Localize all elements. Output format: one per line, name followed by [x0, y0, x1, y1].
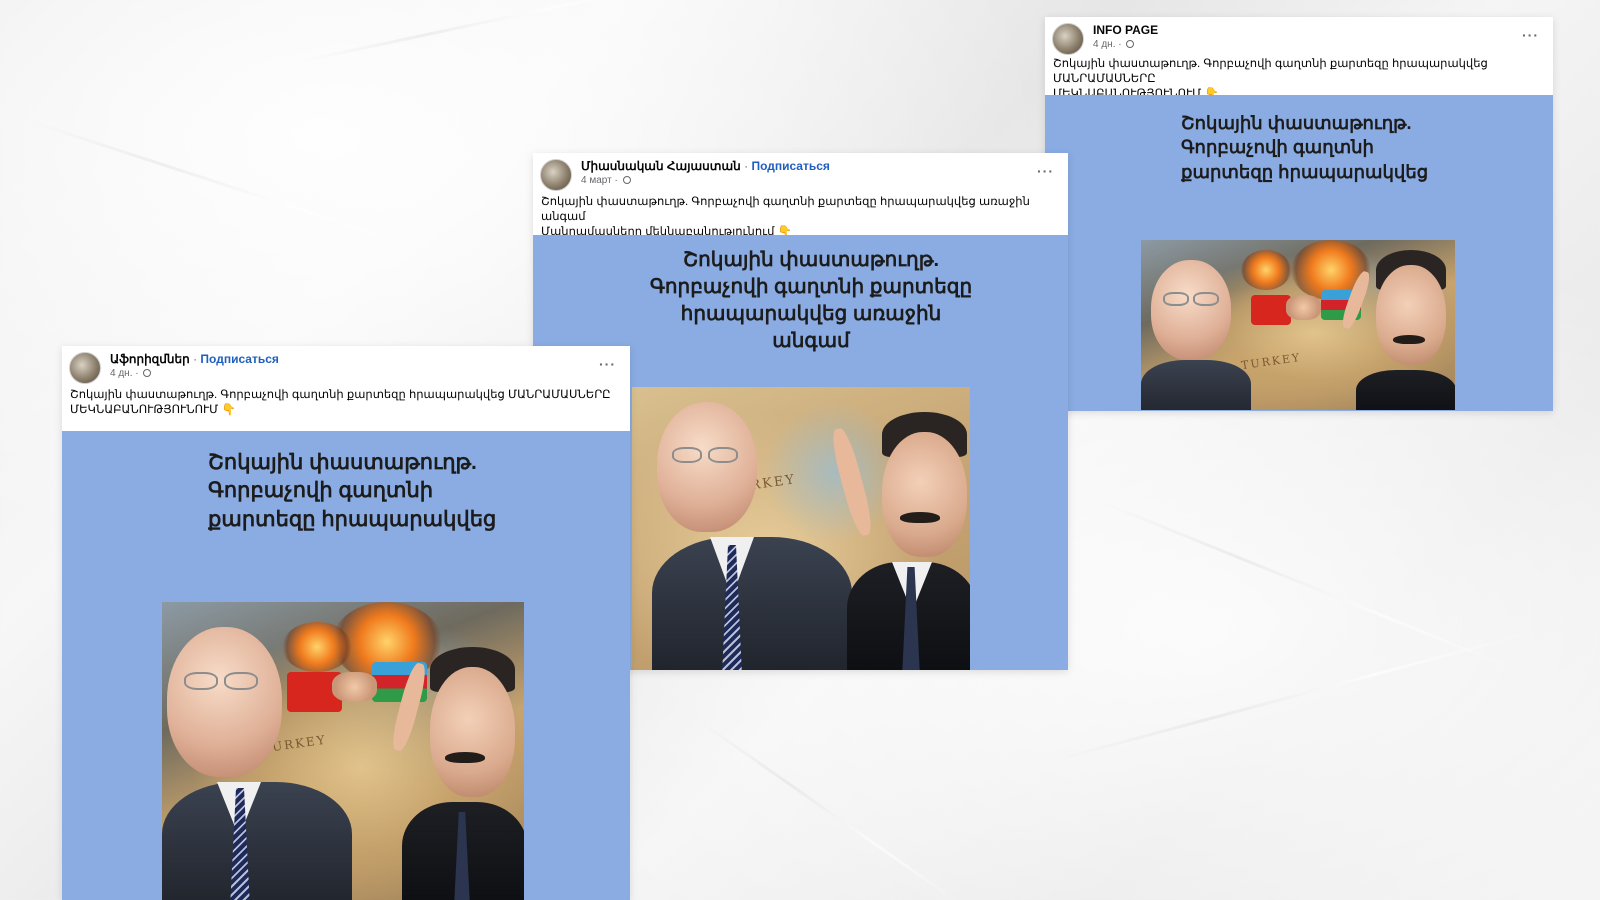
- author-name[interactable]: INFO PAGE: [1093, 23, 1158, 37]
- post-meta: 4 дн. ·: [110, 367, 622, 380]
- avatar[interactable]: [69, 352, 101, 384]
- post-card-aforizmner: Աֆորիզմներ · Подписаться 4 дн. · ··· Շոկ…: [62, 346, 630, 900]
- post-image[interactable]: Շոկային փաստաթուղթ. Գորբաչովի գաղտնի քար…: [62, 431, 630, 900]
- more-options-icon[interactable]: ···: [1522, 27, 1539, 43]
- meta-separator: ·: [1118, 39, 1122, 50]
- author-line: Միասնական Հայաստան · Подписаться: [581, 159, 1060, 174]
- author-line: Աֆորիզմներ · Подписаться: [110, 352, 622, 367]
- paper-crease: [29, 120, 430, 253]
- post-time[interactable]: 4 март: [581, 175, 612, 186]
- author-name[interactable]: Աֆորիզմներ: [110, 352, 190, 366]
- separator: ·: [193, 352, 198, 366]
- post-time[interactable]: 4 дн.: [110, 368, 132, 379]
- image-title: Շոկային փաստաթուղթ. Գորբաչովի գաղտնի քար…: [208, 451, 497, 531]
- post-caption: Շոկային փաստաթուղթ. Գորբաչովի գաղտնի քար…: [541, 195, 1060, 240]
- follow-button[interactable]: Подписаться: [200, 352, 278, 366]
- avatar[interactable]: [1052, 23, 1084, 55]
- post-header: Միասնական Հայաստան · Подписаться 4 март …: [533, 153, 1068, 238]
- avatar[interactable]: [540, 159, 572, 191]
- separator: ·: [744, 159, 749, 173]
- more-options-icon[interactable]: ···: [599, 356, 616, 372]
- caption-line: ՄԵԿՆԱԲԱՆՈՒԹՅՈՒՆՈՒՄ 👇: [70, 404, 236, 416]
- post-image[interactable]: Շոկային փաստաթուղթ. Գորբաչովի գաղտնի քար…: [1045, 95, 1553, 411]
- caption-line: Շոկային փաստաթուղթ. Գորբաչովի գաղտնի քար…: [541, 196, 1030, 223]
- globe-icon: [1126, 40, 1135, 48]
- follow-button[interactable]: Подписаться: [751, 159, 829, 173]
- paper-crease: [1099, 500, 1518, 672]
- meta-separator: ·: [135, 368, 139, 379]
- post-header: Աֆորիզմներ · Подписаться 4 дн. · ··· Շոկ…: [62, 346, 630, 431]
- collage-photo: TURKEY: [162, 602, 524, 900]
- paper-crease: [1049, 630, 1534, 763]
- caption-line: Շոկային փաստաթուղթ. Գորբաչովի գաղտնի քար…: [70, 389, 611, 401]
- more-options-icon[interactable]: ···: [1037, 163, 1054, 179]
- globe-icon: [143, 369, 152, 377]
- collage-photo: TURKEY: [632, 387, 970, 670]
- caption-line: Շոկային փաստաթուղթ. Գորբաչովի գաղտնի քար…: [1053, 58, 1488, 85]
- paper-crease: [299, 0, 673, 63]
- collage-photo: TURKEY: [1141, 240, 1455, 410]
- post-time[interactable]: 4 дн.: [1093, 39, 1115, 50]
- pointing-down-hand-icon: 👇: [221, 404, 236, 416]
- post-card-info-page: INFO PAGE 4 дн. · ··· Շոկային փաստաթուղթ…: [1045, 17, 1553, 411]
- author-line: INFO PAGE: [1093, 23, 1545, 38]
- image-title: Շոկային փաստաթուղթ. Գորբաչովի գաղտնի քար…: [1181, 113, 1429, 182]
- post-caption: Շոկային փաստաթուղթ. Գորբաչովի գաղտնի քար…: [70, 388, 622, 418]
- author-name[interactable]: Միասնական Հայաստան: [581, 159, 741, 173]
- post-meta: 4 дн. ·: [1093, 38, 1545, 51]
- post-header: INFO PAGE 4 дн. · ··· Շոկային փաստաթուղթ…: [1045, 17, 1553, 100]
- paper-crease: [699, 720, 963, 900]
- globe-icon: [622, 176, 631, 184]
- post-meta: 4 март ·: [581, 174, 1060, 187]
- meta-separator: ·: [614, 175, 618, 186]
- image-title: Շոկային փաստաթուղթ. Գորբաչովի գաղտնի քար…: [649, 249, 973, 352]
